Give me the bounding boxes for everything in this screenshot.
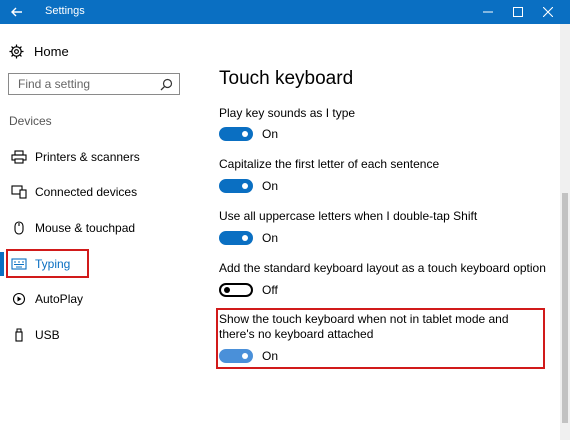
page-title: Touch keyboard (219, 68, 354, 89)
toggle-knob (224, 287, 230, 293)
sidebar-item-usb[interactable]: USB (0, 320, 200, 350)
back-button[interactable] (0, 0, 34, 24)
minimize-button[interactable] (473, 0, 503, 24)
setting-label-standard-layout: Add the standard keyboard layout as a to… (219, 261, 546, 275)
show-touch-keyboard-highlight-box (216, 308, 545, 369)
sidebar-item-label: AutoPlay (35, 292, 84, 306)
home-label: Home (34, 43, 69, 59)
title-bar: Settings (0, 0, 570, 24)
back-arrow-icon (11, 7, 22, 17)
sidebar-item-printers[interactable]: Printers & scanners (0, 142, 200, 172)
uppercase-toggle[interactable] (219, 231, 253, 245)
capitalize-toggle[interactable] (219, 179, 253, 193)
gear-icon (9, 43, 24, 59)
toggle-knob (242, 183, 248, 189)
sidebar-item-autoplay[interactable]: AutoPlay (0, 284, 200, 314)
selection-indicator (0, 252, 4, 276)
close-icon (543, 7, 553, 17)
window-title: Settings (45, 5, 85, 17)
standard-layout-state: Off (262, 283, 278, 297)
minimize-icon (483, 11, 493, 13)
typing-highlight-box (6, 249, 89, 278)
sidebar-item-mouse-touchpad[interactable]: Mouse & touchpad (0, 213, 200, 243)
key-sounds-state: On (262, 127, 279, 141)
setting-label-uppercase: Use all uppercase letters when I double-… (219, 209, 478, 223)
sidebar-item-label: Printers & scanners (35, 150, 140, 164)
mouse-icon (11, 221, 27, 235)
sidebar-item-connected-devices[interactable]: Connected devices (0, 177, 200, 207)
search-input[interactable] (9, 74, 158, 94)
connected-devices-icon (11, 185, 27, 199)
sidebar-item-label: USB (35, 328, 60, 342)
autoplay-icon (11, 292, 27, 306)
search-icon[interactable] (160, 78, 173, 91)
printer-icon (11, 150, 27, 164)
toggle-knob (242, 235, 248, 241)
close-button[interactable] (533, 0, 563, 24)
setting-label-capitalize: Capitalize the first letter of each sent… (219, 157, 440, 171)
devices-section-label: Devices (9, 114, 52, 128)
usb-icon (11, 328, 27, 342)
sidebar-item-label: Mouse & touchpad (35, 221, 136, 235)
capitalize-state: On (262, 179, 279, 193)
setting-label-key-sounds: Play key sounds as I type (219, 106, 356, 120)
maximize-button[interactable] (503, 0, 533, 24)
standard-layout-toggle[interactable] (219, 283, 253, 297)
key-sounds-toggle[interactable] (219, 127, 253, 141)
home-nav[interactable]: Home (9, 41, 69, 61)
search-box[interactable] (8, 73, 180, 95)
scrollbar-thumb[interactable] (562, 193, 568, 423)
maximize-icon (513, 7, 523, 17)
toggle-knob (242, 131, 248, 137)
uppercase-state: On (262, 231, 279, 245)
sidebar-item-label: Connected devices (35, 185, 138, 199)
